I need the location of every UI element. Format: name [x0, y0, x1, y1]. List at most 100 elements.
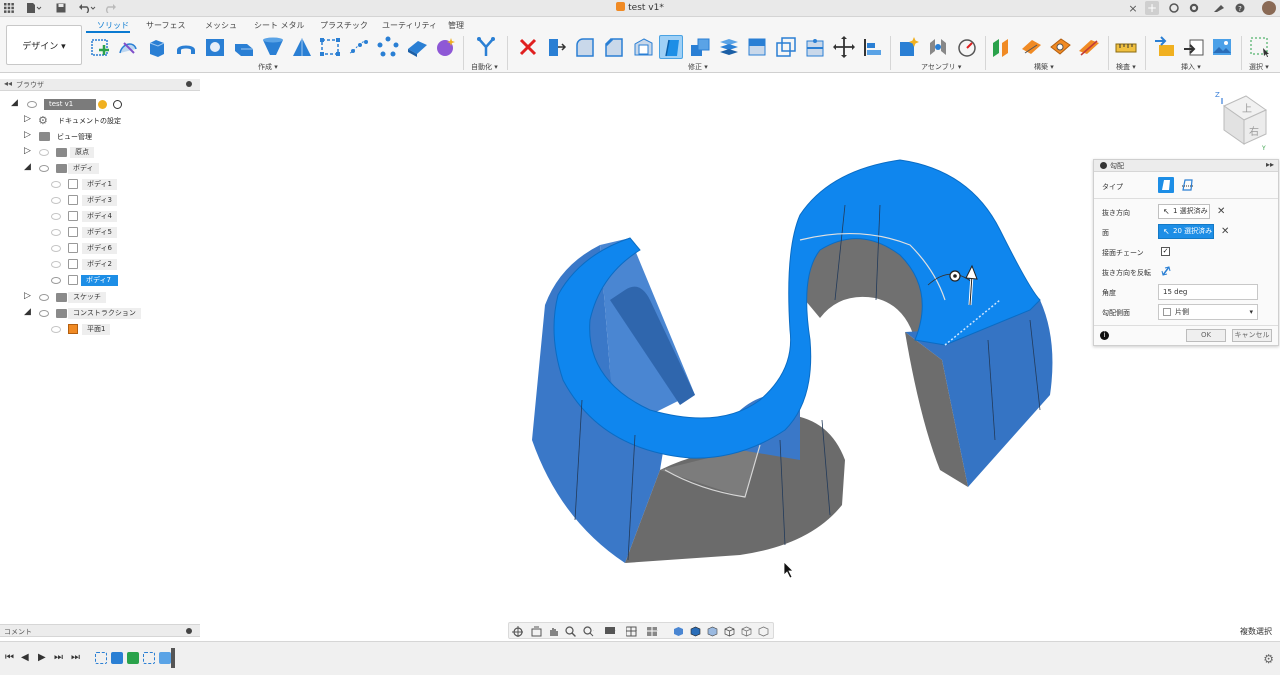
- align-icon[interactable]: [861, 35, 885, 59]
- redo-icon[interactable]: [102, 1, 122, 15]
- tree-body-6[interactable]: ボディ6: [0, 241, 200, 255]
- visual-style-outline-icon[interactable]: [758, 626, 769, 637]
- tree-named-views[interactable]: ▷ ビュー管理: [0, 129, 200, 143]
- root-component-label[interactable]: test v1: [44, 99, 96, 110]
- revolve-icon[interactable]: [174, 35, 198, 59]
- collapsed-triangle-icon[interactable]: ▷: [24, 146, 31, 156]
- canvas-viewport[interactable]: [200, 74, 1280, 622]
- pan-icon[interactable]: [548, 626, 559, 637]
- timeline-plane-icon[interactable]: [127, 652, 139, 664]
- rectangular-pattern-icon[interactable]: [318, 35, 342, 59]
- rib-icon[interactable]: [290, 35, 314, 59]
- undo-icon[interactable]: [77, 1, 97, 15]
- timeline-extrude-icon[interactable]: [111, 652, 123, 664]
- workspace-switcher[interactable]: デザイン ▾: [6, 25, 82, 65]
- eye-icon[interactable]: [51, 229, 61, 236]
- tab-manage[interactable]: 管理: [448, 20, 464, 31]
- collapsed-triangle-icon[interactable]: ▷: [24, 291, 31, 301]
- clear-faces-icon[interactable]: ✕: [1221, 226, 1229, 237]
- zoom-window-icon[interactable]: [583, 626, 594, 637]
- file-menu-icon[interactable]: [25, 1, 43, 15]
- offset-plane-icon[interactable]: [990, 35, 1014, 59]
- timeline-sketch-icon[interactable]: [95, 652, 107, 664]
- joint-icon[interactable]: [926, 35, 950, 59]
- create-form-icon[interactable]: [116, 35, 140, 59]
- visual-style-hidden-edges-icon[interactable]: [707, 626, 718, 637]
- grid-settings-icon[interactable]: [626, 626, 637, 637]
- insert-mesh-icon[interactable]: [1182, 35, 1206, 59]
- tree-document-settings[interactable]: ▷ ⚙ ドキュメントの設定: [0, 113, 200, 127]
- combine-icon[interactable]: [717, 35, 741, 59]
- eye-icon[interactable]: [51, 181, 61, 188]
- split-body-icon[interactable]: [803, 35, 827, 59]
- draft-icon[interactable]: [659, 35, 683, 59]
- comments-bar[interactable]: コメント: [0, 624, 200, 637]
- job-status-icon[interactable]: [1188, 1, 1200, 15]
- move-copy-icon[interactable]: [832, 35, 856, 59]
- clear-pull-direction-icon[interactable]: ✕: [1217, 206, 1225, 217]
- save-icon[interactable]: [55, 1, 67, 15]
- circular-pattern-icon[interactable]: [376, 35, 400, 59]
- zoom-icon[interactable]: [565, 626, 576, 637]
- collapse-panel-icon[interactable]: ◂◂: [4, 79, 12, 88]
- loft-icon[interactable]: [261, 35, 285, 59]
- tangent-chain-checkbox[interactable]: ✓: [1161, 247, 1170, 256]
- eye-icon[interactable]: [39, 149, 49, 156]
- tab-plastic[interactable]: プラスチック: [320, 20, 368, 31]
- tree-body-2[interactable]: ボディ2: [0, 257, 200, 271]
- visual-style-shaded-edges-icon[interactable]: [690, 626, 701, 637]
- app-grid-icon[interactable]: [3, 1, 15, 15]
- multi-select-status[interactable]: 複数選択: [1240, 626, 1272, 637]
- new-component-icon[interactable]: [897, 35, 921, 59]
- add-comment-icon[interactable]: [186, 628, 192, 634]
- eye-icon[interactable]: [51, 277, 61, 284]
- create-group-label[interactable]: 作成 ▾: [258, 62, 278, 72]
- viewcube[interactable]: Z Y 上 右: [1212, 88, 1268, 152]
- visual-style-shaded-icon[interactable]: [673, 626, 684, 637]
- tab-utilities[interactable]: ユーティリティ: [382, 20, 437, 31]
- replace-face-icon[interactable]: [745, 35, 769, 59]
- eye-icon[interactable]: [51, 245, 61, 252]
- eye-icon[interactable]: [39, 165, 49, 172]
- tab-sheet-metal[interactable]: シート メタル: [254, 20, 305, 31]
- draft-type-parting-line-icon[interactable]: [1180, 177, 1196, 193]
- tree-bodies[interactable]: ◢ ボディ: [0, 161, 200, 175]
- draft-dialog-header[interactable]: 勾配 ▸▸: [1094, 160, 1278, 172]
- draft-type-fixed-plane-icon[interactable]: [1158, 177, 1174, 193]
- boundary-fill-icon[interactable]: [433, 35, 457, 59]
- timeline-sketch-icon[interactable]: [143, 652, 155, 664]
- shell-icon[interactable]: [631, 35, 655, 59]
- eye-icon[interactable]: [51, 326, 61, 333]
- orbit-icon[interactable]: [512, 626, 523, 637]
- visual-style-wireframe-hidden-icon[interactable]: [741, 626, 752, 637]
- activate-radio-icon[interactable]: [113, 100, 122, 109]
- expanded-triangle-icon[interactable]: ◢: [24, 307, 31, 317]
- sweep-icon[interactable]: [232, 35, 256, 59]
- browser-header[interactable]: ◂◂ ブラウザ: [0, 79, 200, 91]
- cancel-button[interactable]: キャンセル: [1232, 329, 1272, 342]
- insert-group-label[interactable]: 挿入 ▾: [1181, 62, 1201, 72]
- cancel-command-icon[interactable]: [516, 35, 540, 59]
- close-tab-icon[interactable]: ×: [1127, 1, 1139, 15]
- tree-origin[interactable]: ▷ 原点: [0, 145, 200, 159]
- scale-icon[interactable]: [688, 35, 712, 59]
- measure-icon[interactable]: [1114, 35, 1138, 59]
- automate-group-label[interactable]: 自動化 ▾: [471, 62, 498, 72]
- new-tab-icon[interactable]: +: [1145, 1, 1159, 15]
- tree-body-7[interactable]: ボディ7: [0, 273, 200, 287]
- tree-body-4[interactable]: ボディ4: [0, 209, 200, 223]
- pull-direction-select-button[interactable]: ↖ 1 選択済み: [1158, 204, 1210, 219]
- pin-icon[interactable]: [186, 81, 192, 87]
- viewports-icon[interactable]: [647, 626, 658, 637]
- extensions-icon[interactable]: [1168, 1, 1180, 15]
- insert-canvas-icon[interactable]: [1210, 35, 1234, 59]
- hole-icon[interactable]: [203, 35, 227, 59]
- eye-icon[interactable]: [27, 101, 37, 108]
- tangent-plane-icon[interactable]: [1048, 35, 1072, 59]
- pattern-on-path-icon[interactable]: [347, 35, 371, 59]
- collapsed-triangle-icon[interactable]: ▷: [24, 130, 31, 140]
- eye-icon[interactable]: [51, 261, 61, 268]
- notifications-icon[interactable]: [1212, 1, 1226, 15]
- select-group-label[interactable]: 選択 ▾: [1249, 62, 1269, 72]
- construct-group-label[interactable]: 構築 ▾: [1034, 62, 1054, 72]
